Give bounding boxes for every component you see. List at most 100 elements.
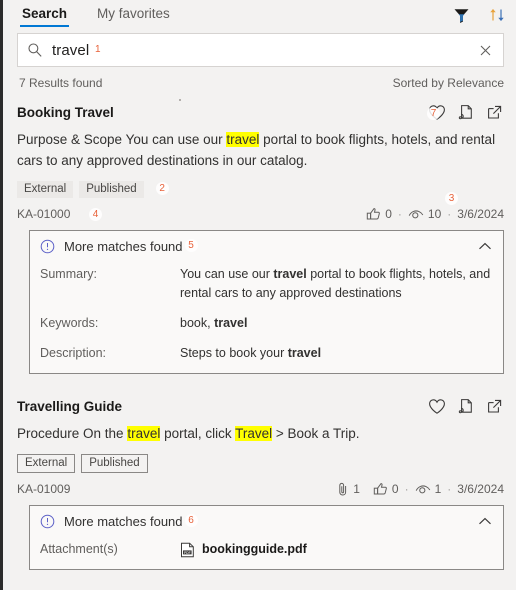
- sort-icon[interactable]: [488, 6, 506, 24]
- match-text-bold: travel: [214, 316, 248, 330]
- match-key: Description:: [40, 346, 106, 360]
- separator-dot: ·: [447, 482, 452, 496]
- likes-stat: 0: [366, 207, 392, 221]
- tag-published: Published: [79, 181, 144, 198]
- tab-bar: Search My favorites: [3, 0, 516, 30]
- attachment-filename[interactable]: bookingguide.pdf: [202, 540, 307, 559]
- result-title[interactable]: Booking Travel: [17, 104, 114, 120]
- match-key: Summary:: [40, 267, 97, 281]
- result-id-line: KA-01000 4 3 0 · 10 · 3/6/2024: [17, 192, 504, 221]
- more-matches-panel: More matches found 5 Summary: You can us…: [29, 230, 504, 374]
- eye-icon: [415, 485, 430, 494]
- result-snippet: Purpose & Scope You can use our travel p…: [17, 129, 504, 171]
- more-matches-toggle[interactable]: More matches found 5: [40, 239, 493, 254]
- svg-text:PDF: PDF: [184, 550, 191, 554]
- snippet-part: Purpose & Scope You can use our: [17, 132, 227, 147]
- tag-external: External: [17, 454, 76, 473]
- knowledge-search-panel: Search My favorites travel 1 7 Results f…: [3, 0, 516, 590]
- filter-icon[interactable]: [453, 7, 470, 24]
- result-title[interactable]: Travelling Guide: [17, 398, 122, 414]
- likes-count: 0: [385, 207, 392, 221]
- marker-2: 2: [155, 182, 169, 195]
- match-value: book, travel: [180, 314, 493, 333]
- snippet-highlight: travel: [127, 426, 161, 441]
- match-value: Steps to book your travel: [180, 344, 493, 363]
- result-stats: 0 · 10 · 3/6/2024: [366, 207, 504, 221]
- result-item: Booking Travel 7 Purpose & Scope You can…: [17, 90, 504, 374]
- match-row: Attachment(s) PDF bookingguide.pdf: [40, 540, 493, 559]
- chevron-up-icon[interactable]: [477, 241, 493, 252]
- search-icon: [27, 42, 43, 58]
- match-row: Summary: You can use our travel portal t…: [40, 265, 493, 303]
- match-text: book,: [180, 316, 215, 330]
- open-in-new-icon[interactable]: [486, 398, 504, 415]
- match-row: Description: Steps to book your travel: [40, 344, 493, 363]
- tag-external: External: [17, 181, 74, 198]
- search-input-value: travel: [52, 41, 90, 59]
- results-summary: 7 Results found Sorted by Relevance: [19, 76, 504, 90]
- marker-1: 1: [91, 42, 105, 56]
- result-stats: 1 0 · 1 · 3/6/2024: [336, 482, 504, 496]
- favorite-icon[interactable]: [428, 398, 446, 415]
- tag-published: Published: [81, 454, 148, 473]
- pdf-file-icon: PDF: [180, 542, 195, 558]
- info-icon: [40, 514, 55, 529]
- chevron-up-icon[interactable]: [477, 516, 493, 527]
- result-date: 3/6/2024: [457, 207, 504, 221]
- result-header: Travelling Guide: [17, 398, 504, 415]
- result-actions: 7: [427, 104, 504, 121]
- article-id: KA-01009: [17, 482, 71, 496]
- match-text: You can use our: [180, 267, 274, 281]
- clear-search-icon[interactable]: [476, 41, 495, 60]
- separator-dot: ·: [404, 482, 409, 496]
- likes-count: 0: [391, 482, 399, 496]
- tab-search[interactable]: Search: [20, 4, 70, 27]
- marker-4: 4: [89, 208, 102, 221]
- copy-link-icon[interactable]: [457, 398, 475, 415]
- result-snippet: Procedure On the travel portal, click Tr…: [17, 423, 504, 444]
- match-key: Attachment(s): [40, 542, 118, 556]
- snippet-part: > Book a Trip.: [272, 426, 360, 441]
- marker-5: 5: [184, 239, 198, 252]
- result-date: 3/6/2024: [457, 482, 504, 496]
- snippet-highlight: Travel: [235, 426, 273, 441]
- search-input[interactable]: travel 1: [52, 42, 476, 59]
- snippet-part: Procedure On the: [17, 426, 128, 441]
- result-header: Booking Travel 7: [17, 104, 504, 121]
- result-actions: [428, 398, 504, 415]
- likes-stat: 0: [373, 482, 399, 496]
- paperclip-icon: [339, 482, 347, 496]
- more-matches-toggle[interactable]: More matches found 6: [40, 514, 493, 529]
- eye-icon: [408, 210, 424, 219]
- views-count: 10: [427, 207, 442, 221]
- match-row: Keywords: book, travel: [40, 314, 493, 333]
- result-tags: External Published 2: [17, 181, 504, 198]
- more-matches-label: More matches found: [64, 514, 183, 529]
- separator-dot: ·: [397, 207, 402, 221]
- marker-7: 7: [427, 107, 440, 120]
- match-text-bold: travel: [287, 346, 322, 360]
- copy-link-icon[interactable]: [457, 104, 475, 121]
- snippet-highlight: travel: [226, 132, 260, 147]
- more-matches-panel: More matches found 6 Attachment(s) PDF b…: [29, 505, 504, 570]
- search-box[interactable]: travel 1: [17, 33, 504, 67]
- more-matches-label: More matches found: [64, 239, 183, 254]
- tab-my-favorites[interactable]: My favorites: [95, 4, 172, 27]
- window-left-edge: [0, 0, 3, 590]
- attachments-count: 1: [353, 482, 360, 496]
- info-icon: [40, 239, 55, 254]
- open-in-new-icon[interactable]: [486, 104, 504, 121]
- results-count: 7 Results found: [19, 76, 103, 90]
- sorted-by-label[interactable]: Sorted by Relevance: [393, 76, 504, 90]
- result-tags: External Published: [17, 454, 504, 473]
- thumbs-up-icon: [373, 483, 387, 495]
- views-count: 1: [434, 482, 442, 496]
- views-stat: 10: [408, 207, 441, 221]
- match-text-bold: travel: [273, 267, 307, 281]
- match-text: Steps to book your: [180, 346, 288, 360]
- result-id-line: KA-01009 1 0 · 1 · 3/6/2024: [17, 482, 504, 496]
- marker-3: 3: [445, 192, 458, 205]
- match-value: You can use our travel portal to book fl…: [180, 265, 493, 303]
- match-value: PDF bookingguide.pdf: [180, 540, 493, 559]
- attachments-stat: 1: [336, 482, 360, 496]
